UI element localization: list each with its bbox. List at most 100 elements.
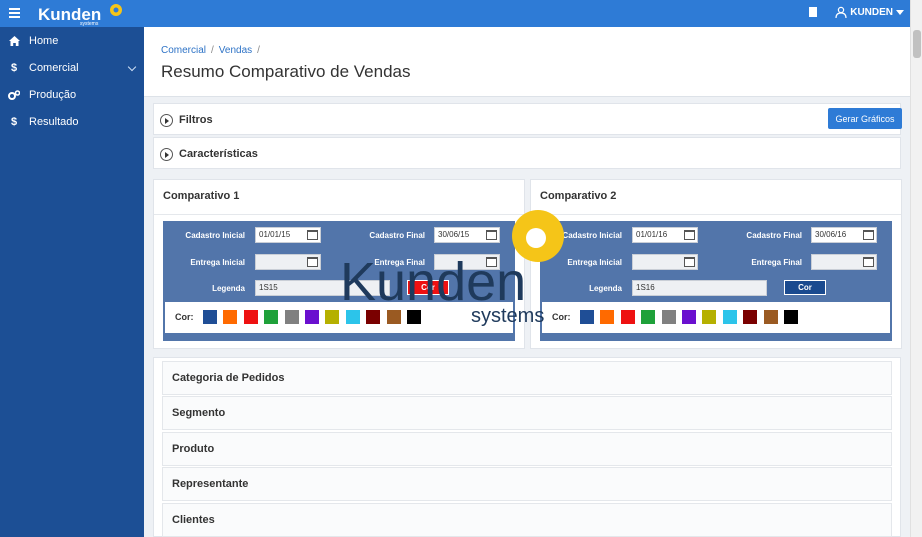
color-swatch[interactable] <box>580 310 594 324</box>
logo-sub: systems <box>80 21 99 26</box>
cadastro-final-label: Cadastro Final <box>369 231 425 240</box>
legenda-input[interactable]: 1S15 <box>255 280 390 296</box>
user-icon <box>835 6 847 18</box>
color-swatch[interactable] <box>763 310 778 324</box>
legenda-input[interactable]: 1S16 <box>632 280 767 296</box>
sidebar-item-resultado[interactable]: $ Resultado <box>0 108 144 135</box>
entrega-final-label: Entrega Final <box>374 258 425 267</box>
category-row-produto[interactable]: Produto <box>162 432 892 466</box>
breadcrumb: Comercial / Vendas / <box>161 45 260 56</box>
cadastro-final-input[interactable]: 30/06/16 <box>811 227 877 243</box>
characteristics-label: Características <box>179 148 258 160</box>
color-palette: Cor: <box>165 302 513 333</box>
comparativo-2-card: Comparativo 2 Cadastro Inicial 01/01/16 … <box>530 179 902 349</box>
expand-icon[interactable] <box>160 113 173 127</box>
categories-panel: Categoria de Pedidos Segmento Produto Re… <box>153 357 901 537</box>
color-swatch[interactable] <box>223 310 238 324</box>
color-swatch[interactable] <box>722 310 737 324</box>
calendar-icon[interactable] <box>307 230 318 240</box>
color-swatch[interactable] <box>284 310 299 324</box>
divider <box>154 214 524 215</box>
divider <box>531 214 901 215</box>
chevron-down-icon <box>896 9 904 15</box>
color-swatch[interactable] <box>620 310 635 324</box>
sidebar-item-label: Home <box>29 34 59 47</box>
scrollbar-thumb[interactable] <box>913 30 921 58</box>
color-label: Cor: <box>552 312 571 322</box>
user-menu[interactable]: KUNDEN <box>835 6 904 18</box>
color-swatch[interactable] <box>600 310 615 324</box>
kunden-logo[interactable]: Kunden systems <box>36 2 126 26</box>
chevron-down-icon <box>127 62 137 72</box>
color-swatch[interactable] <box>366 310 381 324</box>
page-header: Comercial / Vendas / Resumo Comparativo de … <box>144 27 910 97</box>
color-swatch[interactable] <box>386 310 401 324</box>
expand-icon[interactable] <box>160 147 173 161</box>
sidebar-item-home[interactable]: Home <box>0 27 144 54</box>
topbar-actions: KUNDEN <box>809 6 904 18</box>
calendar-icon[interactable] <box>684 230 695 240</box>
entrega-inicial-input[interactable] <box>632 254 698 270</box>
color-swatch[interactable] <box>661 310 676 324</box>
top-bar: Kunden systems KUNDEN <box>0 0 922 27</box>
calendar-icon[interactable] <box>863 230 874 240</box>
color-swatch[interactable] <box>702 310 717 324</box>
legenda-label: Legenda <box>589 284 622 293</box>
calendar-icon[interactable] <box>486 230 497 240</box>
gears-icon <box>8 89 20 100</box>
cadastro-inicial-label: Cadastro Inicial <box>562 231 622 240</box>
characteristics-toggle[interactable]: Características <box>160 138 560 170</box>
menu-toggle-icon[interactable] <box>9 8 20 18</box>
comparativo-2-title: Comparativo 2 <box>540 190 617 202</box>
category-row-segmento[interactable]: Segmento <box>162 396 892 430</box>
cadastro-final-label: Cadastro Final <box>746 231 802 240</box>
color-swatch[interactable] <box>203 310 217 324</box>
user-name: KUNDEN <box>850 6 893 18</box>
color-swatch[interactable] <box>345 310 360 324</box>
category-row-clientes[interactable]: Clientes <box>162 503 892 537</box>
color-swatch[interactable] <box>641 310 656 324</box>
category-row-representante[interactable]: Representante <box>162 467 892 501</box>
color-swatch[interactable] <box>243 310 258 324</box>
home-icon <box>8 35 20 46</box>
calendar-icon[interactable] <box>307 257 318 267</box>
dollar-icon: $ <box>10 115 18 128</box>
cadastro-inicial-input[interactable]: 01/01/15 <box>255 227 321 243</box>
generate-charts-button[interactable]: Gerar Gráficos <box>828 108 902 129</box>
filters-label: Filtros <box>179 114 213 126</box>
entrega-inicial-input[interactable] <box>255 254 321 270</box>
calendar-icon[interactable] <box>863 257 874 267</box>
color-swatch[interactable] <box>784 310 798 324</box>
entrega-final-input[interactable] <box>434 254 500 270</box>
breadcrumb-vendas[interactable]: Vendas <box>219 45 252 56</box>
legenda-label: Legenda <box>212 284 245 293</box>
calendar-icon[interactable] <box>684 257 695 267</box>
color-swatch[interactable] <box>407 310 421 324</box>
cadastro-final-input[interactable]: 30/06/15 <box>434 227 500 243</box>
sidebar-item-label: Produção <box>29 88 77 101</box>
color-picker-button[interactable]: Cor <box>784 280 826 295</box>
sidebar: Home $ Comercial Produção $ Resultado <box>0 27 144 537</box>
vertical-scrollbar[interactable] <box>910 0 922 537</box>
cadastro-inicial-input[interactable]: 01/01/16 <box>632 227 698 243</box>
entrega-final-input[interactable] <box>811 254 877 270</box>
breadcrumb-comercial[interactable]: Comercial <box>161 45 206 56</box>
color-swatch[interactable] <box>743 310 758 324</box>
bookmark-icon[interactable] <box>809 7 818 17</box>
entrega-inicial-label: Entrega Inicial <box>567 258 622 267</box>
cadastro-inicial-label: Cadastro Inicial <box>185 231 245 240</box>
category-row-pedidos[interactable]: Categoria de Pedidos <box>162 361 892 395</box>
filters-toggle[interactable]: Filtros <box>160 104 560 136</box>
entrega-inicial-label: Entrega Inicial <box>190 258 245 267</box>
color-swatch[interactable] <box>264 310 279 324</box>
color-swatch[interactable] <box>305 310 319 324</box>
color-label: Cor: <box>175 312 194 322</box>
color-swatch[interactable] <box>325 310 340 324</box>
color-picker-button[interactable]: Cor <box>407 280 449 295</box>
dollar-icon: $ <box>10 61 18 74</box>
comparativo-1-form: Cadastro Inicial 01/01/15 Cadastro Final… <box>163 221 515 341</box>
sidebar-item-producao[interactable]: Produção <box>0 81 144 108</box>
color-swatch[interactable] <box>682 310 696 324</box>
sidebar-item-comercial[interactable]: $ Comercial <box>0 54 144 81</box>
calendar-icon[interactable] <box>486 257 497 267</box>
